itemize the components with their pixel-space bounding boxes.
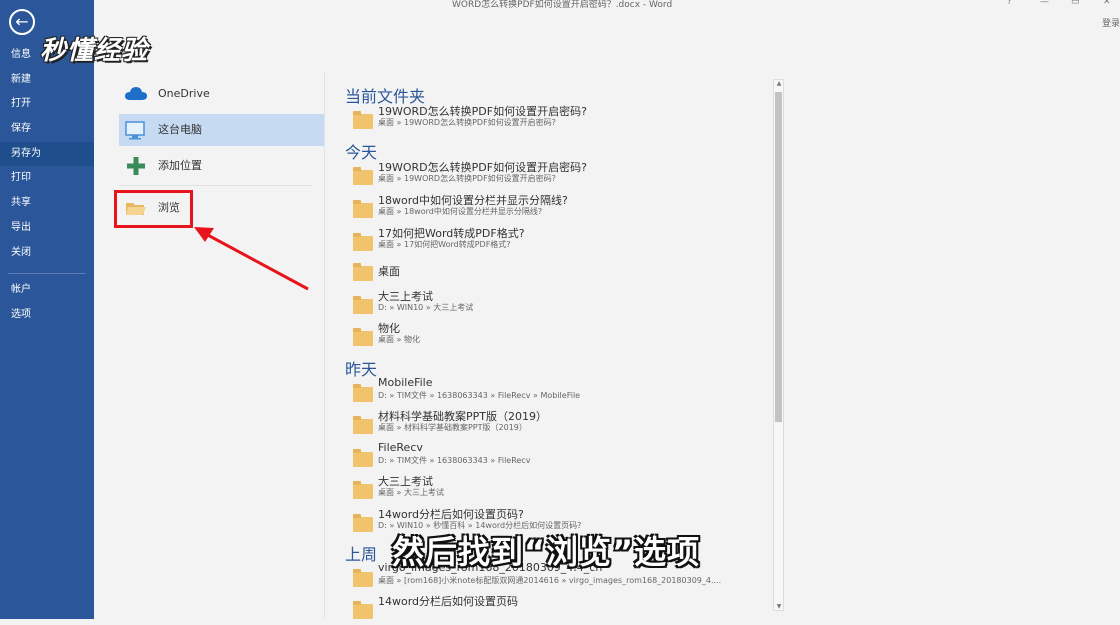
folder-path: D: » TIM文件 » 1638063343 » FileRecv bbox=[378, 456, 531, 465]
vertical-scrollbar[interactable]: ▲ ▼ bbox=[773, 79, 784, 611]
folder-icon bbox=[353, 200, 373, 218]
folder-item[interactable]: 大三上考试 D: » WIN10 » 大三上考试 bbox=[350, 288, 770, 320]
folder-item[interactable]: FileRecv D: » TIM文件 » 1638063343 » FileR… bbox=[350, 441, 770, 473]
pane-divider bbox=[324, 72, 325, 619]
folder-item[interactable]: 大三上考试 桌面 » 大三上考试 bbox=[350, 473, 770, 505]
folder-item[interactable]: 19WORD怎么转换PDF如何设置开启密码? 桌面 » 19WORD怎么转换PD… bbox=[350, 159, 770, 191]
folder-item[interactable]: MobileFile D: » TIM文件 » 1638063343 » Fil… bbox=[350, 376, 770, 408]
folder-icon bbox=[353, 111, 373, 129]
folder-icon bbox=[353, 569, 373, 587]
folder-icon bbox=[353, 384, 373, 402]
scroll-down-icon[interactable]: ▼ bbox=[775, 603, 783, 610]
folder-icon bbox=[353, 481, 373, 499]
folder-item[interactable]: 17如何把Word转成PDF格式? 桌面 » 17如何把Word转成PDF格式? bbox=[350, 225, 770, 257]
folder-item[interactable]: 材料科学基础教案PPT版（2019） 桌面 » 材料科学基础教案PPT版（201… bbox=[350, 408, 770, 440]
folder-icon bbox=[353, 328, 373, 346]
folder-icon bbox=[353, 296, 373, 314]
folder-icon bbox=[353, 167, 373, 185]
folder-path: 桌面 » 大三上考试 bbox=[378, 488, 444, 497]
folder-icon bbox=[353, 449, 373, 467]
folder-item[interactable]: 物化 桌面 » 物化 bbox=[350, 320, 770, 352]
folder-icon bbox=[353, 416, 373, 434]
folder-path: D: » TIM文件 » 1638063343 » FileRecv » Mob… bbox=[378, 391, 581, 400]
folder-icon bbox=[353, 514, 373, 532]
folder-path: 桌面 » 19WORD怎么转换PDF如何设置开启密码? bbox=[378, 174, 556, 183]
folder-path: 桌面 » 材料科学基础教案PPT版（2019） bbox=[378, 423, 527, 432]
folder-path: D: » WIN10 » 大三上考试 bbox=[378, 303, 474, 312]
video-subtitle: 然后找到“浏览”选项 bbox=[392, 533, 701, 571]
scroll-up-icon[interactable]: ▲ bbox=[775, 80, 783, 87]
folder-icon bbox=[353, 233, 373, 251]
folder-item[interactable]: 桌面 bbox=[350, 255, 770, 287]
folder-item[interactable]: 14word分栏后如何设置页码 bbox=[350, 593, 770, 625]
folder-path: 桌面 » [rom168]小米note标配版双网通2014616 » virgo… bbox=[378, 576, 722, 585]
folder-name: MobileFile bbox=[378, 376, 433, 389]
folder-item[interactable]: 19WORD怎么转换PDF如何设置开启密码? 桌面 » 19WORD怎么转换PD… bbox=[350, 103, 770, 135]
folder-name: FileRecv bbox=[378, 441, 423, 454]
folder-item[interactable]: 18word中如何设置分栏并显示分隔线? 桌面 » 18word中如何设置分栏并… bbox=[350, 192, 770, 224]
folder-icon bbox=[353, 601, 373, 619]
folder-path: 桌面 » 17如何把Word转成PDF格式? bbox=[378, 240, 511, 249]
scrollbar-thumb[interactable] bbox=[775, 92, 782, 422]
folder-path: 桌面 » 18word中如何设置分栏并显示分隔线? bbox=[378, 207, 543, 216]
folder-name: 14word分栏后如何设置页码 bbox=[378, 595, 519, 608]
folder-path: 桌面 » 物化 bbox=[378, 335, 420, 344]
folder-path: 桌面 » 19WORD怎么转换PDF如何设置开启密码? bbox=[378, 118, 556, 127]
folder-icon bbox=[353, 263, 373, 281]
folder-name: 桌面 bbox=[378, 265, 400, 278]
